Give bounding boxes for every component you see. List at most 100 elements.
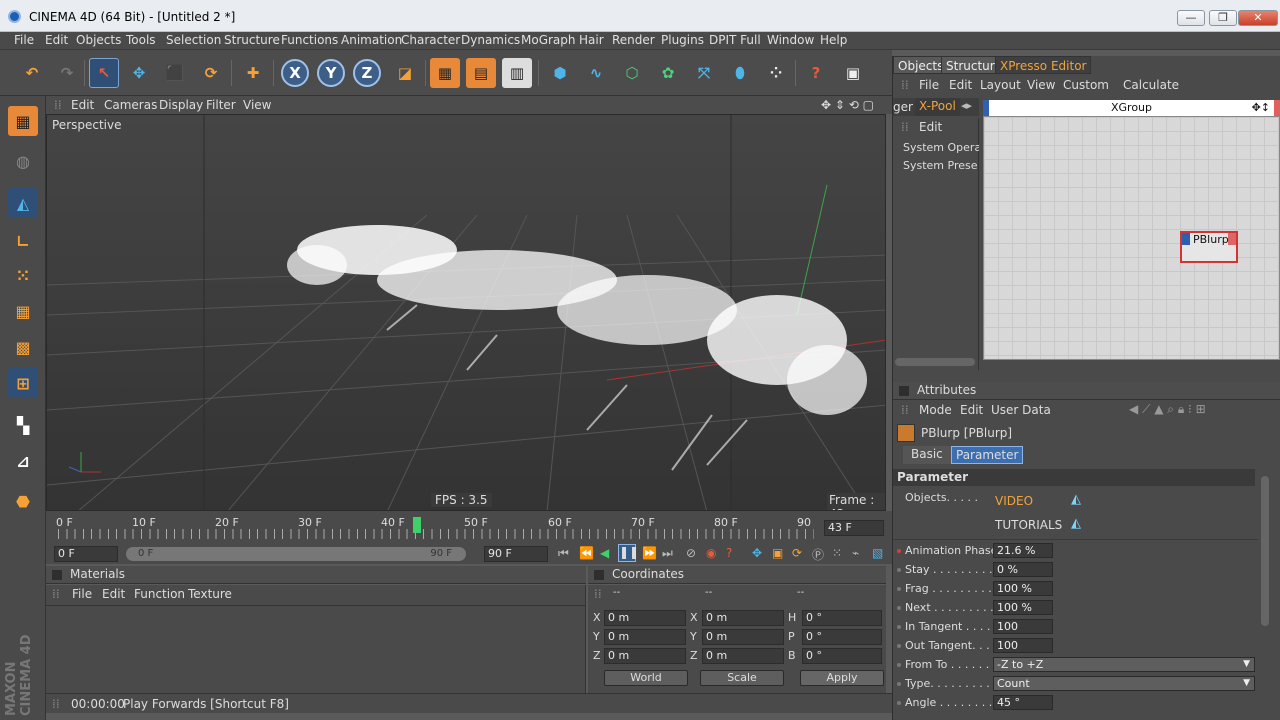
menu-hair[interactable]: Hair — [579, 33, 604, 47]
menu-file[interactable]: File — [14, 33, 34, 47]
go-to-start-icon[interactable]: ⏮ — [558, 546, 569, 561]
vp-menu-cameras[interactable]: Cameras — [104, 98, 157, 112]
size-x-field[interactable]: 0 m — [702, 610, 784, 626]
help-cursor-icon[interactable]: ? — [801, 58, 831, 88]
redo-icon[interactable]: ↷ — [52, 58, 82, 88]
key-parameter-icon[interactable]: Ⓟ — [812, 546, 824, 563]
move-icon[interactable]: ✥ — [124, 58, 154, 88]
panel-toggle-icon[interactable] — [594, 570, 604, 580]
keyframe-dot[interactable] — [897, 587, 901, 591]
object-item-video[interactable]: VIDEO — [995, 494, 1033, 508]
close-button[interactable]: ✕ — [1238, 10, 1278, 26]
tab-basic[interactable]: Basic — [903, 446, 951, 464]
preview-range-slider[interactable]: 0 F 90 F — [126, 547, 466, 561]
xp-menu-calculate[interactable]: Calculate — [1123, 78, 1179, 92]
pos-z-field[interactable]: 0 m — [604, 648, 686, 664]
attributes-scrollbar[interactable] — [1261, 476, 1269, 626]
apply-button[interactable]: Apply — [800, 670, 884, 686]
polygons-mode-icon[interactable]: ▩ — [8, 332, 38, 362]
rot-b-field[interactable]: 0 ° — [802, 648, 882, 664]
menu-objects[interactable]: Objects — [76, 33, 121, 47]
perspective-viewport[interactable]: Perspective FPS : 3.5 Frame : 43 — [46, 114, 886, 511]
render-view-icon[interactable]: ▦ — [430, 58, 460, 88]
sculpt-icon[interactable]: ⬣ — [8, 486, 38, 516]
go-to-end-icon[interactable]: ⏭ — [662, 546, 673, 561]
param-type-dropdown[interactable]: Count ▼ — [993, 676, 1255, 691]
param-stay[interactable]: 0 % — [993, 562, 1053, 577]
param-in-tangent[interactable]: 100 — [993, 619, 1053, 634]
keyframe-dot[interactable] — [897, 625, 901, 629]
object-mode-icon[interactable]: ◭ — [8, 188, 38, 218]
autokey-icon[interactable]: ? — [726, 546, 732, 560]
panel-toggle-icon[interactable] — [899, 386, 909, 396]
mat-menu-texture[interactable]: Texture — [188, 587, 232, 601]
attr-menu-mode[interactable]: Mode — [919, 403, 952, 417]
camera-icon[interactable]: ⁘ — [761, 58, 791, 88]
param-from-to-dropdown[interactable]: -Z to +Z ▼ — [993, 657, 1255, 672]
timeline-ruler[interactable]: 0 F 10 F 20 F 30 F 40 F 50 F 60 F 70 F 8… — [46, 511, 892, 544]
play-backwards-icon[interactable]: ◀ — [600, 546, 609, 560]
mat-menu-function[interactable]: Function — [134, 587, 185, 601]
menu-character[interactable]: Character — [401, 33, 460, 47]
size-z-field[interactable]: 0 m — [702, 648, 784, 664]
keyframe-dot[interactable] — [897, 549, 901, 553]
rot-h-field[interactable]: 0 ° — [802, 610, 882, 626]
param-animation-phase[interactable]: 21.6 % — [993, 543, 1053, 558]
playhead-marker[interactable] — [413, 517, 421, 533]
scale-icon[interactable]: ⬛ — [160, 58, 190, 88]
menu-render[interactable]: Render — [612, 33, 655, 47]
pool-collapse-icon[interactable]: ◂▸ — [961, 99, 972, 112]
menu-help[interactable]: Help — [820, 33, 847, 47]
environment-icon[interactable]: ⬮ — [725, 58, 755, 88]
record-icon[interactable]: ◉ — [706, 546, 716, 560]
param-frag[interactable]: 100 % — [993, 581, 1053, 596]
keyframe-dot[interactable] — [897, 606, 901, 610]
nurbs-icon[interactable]: ⬡ — [617, 58, 647, 88]
tab-parameter[interactable]: Parameter — [951, 446, 1024, 464]
keyframe-dot[interactable] — [897, 682, 901, 686]
array-icon[interactable]: ✿ — [653, 58, 683, 88]
menu-mograph[interactable]: MoGraph — [521, 33, 576, 47]
live-selection-icon[interactable]: ↖ — [89, 58, 119, 88]
pool-tab-xpool[interactable]: X-Pool — [915, 98, 960, 116]
key-rotation-icon[interactable]: ⟳ — [792, 546, 802, 560]
spline-icon[interactable]: ∿ — [581, 58, 611, 88]
coordinate-space-dropdown[interactable]: World — [604, 670, 688, 686]
attr-nav-icons[interactable]: ◀ ⟋ ▲ ⌕ 🔒︎ ⁝ ⊞ — [1129, 402, 1206, 417]
xpool-scrollbar[interactable] — [895, 358, 975, 366]
render-settings-icon[interactable]: ▥ — [502, 58, 532, 88]
z-axis-lock-button[interactable]: Z — [353, 59, 381, 87]
mat-menu-file[interactable]: File — [72, 587, 92, 601]
key-position-icon[interactable]: ✥ — [752, 546, 762, 560]
maximize-button[interactable]: ❐ — [1209, 10, 1237, 26]
menu-animation[interactable]: Animation — [341, 33, 402, 47]
pause-icon[interactable]: ❚❚ — [618, 544, 639, 562]
xp-menu-custom[interactable]: Custom — [1063, 78, 1109, 92]
keyframe-dot[interactable] — [897, 568, 901, 572]
menu-functions[interactable]: Functions — [281, 33, 338, 47]
xpool-item[interactable]: System Prese — [903, 159, 979, 172]
current-frame-field[interactable]: 43 F — [824, 520, 884, 536]
deformer-icon[interactable]: ⤧ — [689, 58, 719, 88]
xgroup-nav-icons[interactable]: ✥↕ — [1252, 100, 1270, 116]
undo-icon[interactable]: ↶ — [17, 58, 47, 88]
axis-mode-icon[interactable]: ∟ — [8, 226, 38, 256]
attr-menu-edit[interactable]: Edit — [960, 403, 983, 417]
viewport-nav-icons[interactable]: ✥ ⇕ ⟲ ▢ — [821, 98, 874, 112]
checker-icon[interactable]: ▚ — [8, 410, 38, 440]
menu-edit[interactable]: Edit — [45, 33, 68, 47]
loop-icon[interactable]: ⊘ — [686, 546, 696, 560]
rot-p-field[interactable]: 0 ° — [802, 629, 882, 645]
vp-menu-edit[interactable]: Edit — [71, 98, 94, 112]
add-object-icon[interactable]: ✚ — [238, 58, 268, 88]
materials-panel[interactable]: ⁞⁞ File Edit Function Texture — [46, 585, 586, 693]
pos-y-field[interactable]: 0 m — [604, 629, 686, 645]
pool-tab-manager[interactable]: ger — [893, 100, 913, 114]
timeline-icon[interactable]: ⌁ — [852, 546, 859, 560]
keyframe-dot[interactable] — [897, 701, 901, 705]
menu-window[interactable]: Window — [767, 33, 814, 47]
model-tool-icon[interactable]: ◍ — [8, 146, 38, 176]
xp-menu-view[interactable]: View — [1027, 78, 1055, 92]
menu-structure[interactable]: Structure — [224, 33, 280, 47]
xpresso-node-graph[interactable]: PBlurp — [983, 116, 1280, 360]
